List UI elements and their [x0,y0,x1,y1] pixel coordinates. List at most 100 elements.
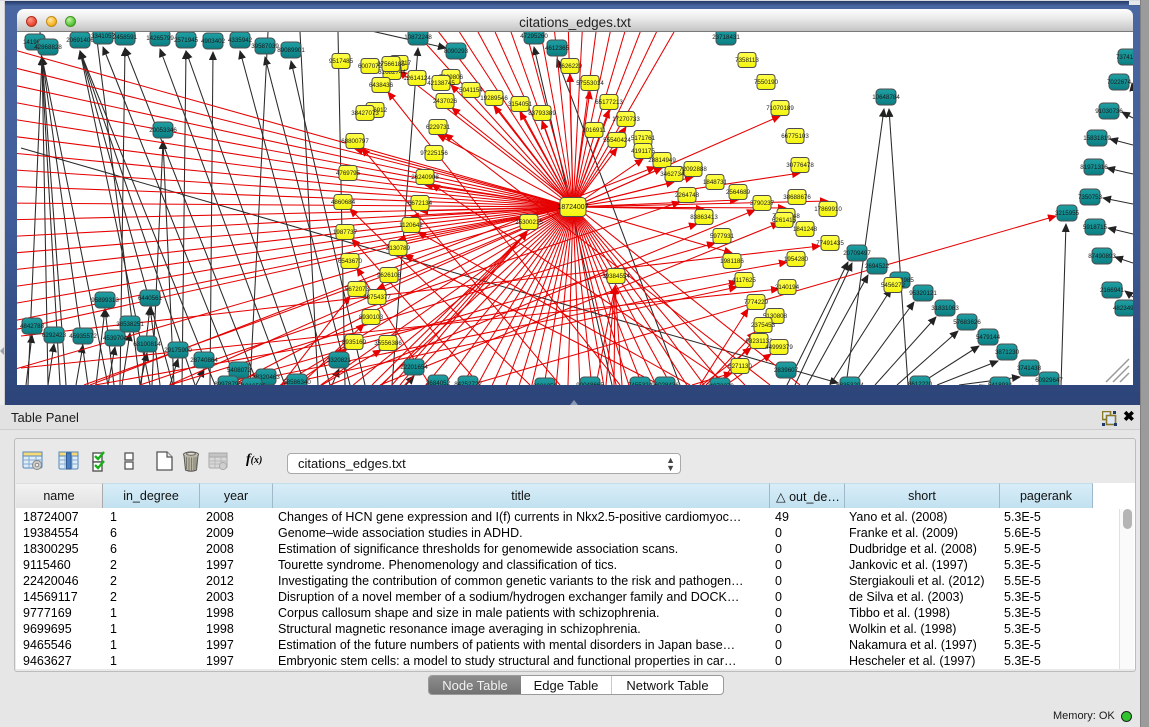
svg-text:1987737: 1987737 [333,229,358,236]
svg-text:20053346: 20053346 [149,127,177,134]
svg-text:7358113: 7358113 [735,57,759,64]
svg-text:2694522: 2694522 [865,263,890,270]
svg-text:91030736: 91030736 [1095,108,1123,115]
svg-text:27566185: 27566185 [377,61,405,68]
svg-text:30776478: 30776478 [786,162,814,169]
svg-text:4823498: 4823498 [1113,305,1133,312]
svg-text:45935572: 45935572 [69,333,97,340]
svg-text:35556386: 35556386 [374,340,402,347]
svg-text:28814949: 28814949 [648,157,676,164]
svg-text:3741438: 3741438 [1017,365,1042,372]
svg-text:60929647: 60929647 [1035,377,1063,384]
svg-text:42868828: 42868828 [34,44,62,51]
svg-text:96028436: 96028436 [651,382,679,385]
svg-text:81016525: 81016525 [238,383,266,385]
svg-text:23718431: 23718431 [712,34,740,41]
svg-text:2571945: 2571945 [174,37,199,44]
svg-text:6440561: 6440561 [138,295,163,302]
svg-text:5456272: 5456272 [881,282,906,289]
svg-text:15831819: 15831819 [1083,135,1111,142]
svg-text:39587039: 39587039 [251,43,279,50]
svg-text:97225156: 97225156 [420,150,448,157]
svg-text:8935169: 8935169 [342,339,367,346]
svg-text:2375453: 2375453 [751,322,776,329]
svg-text:66775103: 66775103 [781,133,809,140]
svg-text:2264748: 2264748 [675,192,700,199]
svg-text:42138745: 42138745 [427,80,455,87]
svg-text:6438436: 6438436 [369,82,394,89]
svg-text:84252722: 84252722 [454,381,482,385]
svg-text:55540424: 55540424 [603,137,631,144]
svg-text:89089901: 89089901 [277,47,305,54]
svg-text:5171761: 5171761 [631,135,656,142]
svg-text:19289546: 19289546 [480,95,508,102]
svg-text:2437026: 2437026 [433,98,458,105]
svg-text:1841248: 1841248 [793,226,818,233]
svg-text:4903402: 4903402 [201,38,226,45]
svg-text:5479144: 5479144 [976,334,1001,341]
svg-text:63100814: 63100814 [133,341,161,348]
svg-text:68353204: 68353204 [836,382,864,385]
svg-text:31831063: 31831063 [931,305,959,312]
svg-text:17869910: 17869910 [814,206,842,213]
svg-text:4335942: 4335942 [228,37,253,44]
svg-text:7550190: 7550190 [754,79,779,86]
svg-text:81971316: 81971316 [1080,164,1108,171]
svg-text:4612365: 4612365 [545,45,570,52]
svg-text:22201654: 22201654 [400,364,428,371]
svg-text:90048665: 90048665 [576,382,604,385]
svg-text:20709497: 20709497 [843,250,871,257]
svg-text:65177213: 65177213 [595,99,623,106]
svg-text:58586340: 58586340 [283,379,311,385]
svg-text:5408072: 5408072 [227,367,252,374]
svg-text:7374122: 7374122 [1116,54,1133,61]
svg-text:19384554: 19384554 [602,273,630,280]
svg-text:2839607: 2839607 [774,367,799,374]
svg-text:29175900: 29175900 [164,347,192,354]
svg-text:4769795: 4769795 [336,170,361,177]
svg-text:1981186: 1981186 [720,258,744,265]
svg-text:5672073: 5672073 [345,286,370,293]
svg-text:57683626: 57683626 [953,319,981,326]
svg-text:8612220: 8612220 [908,381,933,385]
svg-text:2458591: 2458591 [113,34,138,41]
svg-text:3341057: 3341057 [91,33,116,40]
svg-text:7774229: 7774229 [744,299,769,306]
svg-text:6292423: 6292423 [42,332,67,339]
svg-text:4539704: 4539704 [103,335,128,342]
svg-text:5418934: 5418934 [988,382,1013,385]
svg-text:6543670: 6543670 [338,258,363,265]
svg-text:25300215: 25300215 [515,219,543,226]
svg-text:9517485: 9517485 [329,58,354,65]
svg-text:71070189: 71070189 [766,105,794,112]
svg-text:83863413: 83863413 [690,214,718,221]
svg-text:68800797: 68800797 [341,138,369,145]
svg-text:4842788: 4842788 [20,323,45,330]
svg-text:77491435: 77491435 [816,240,844,247]
svg-text:3154051: 3154051 [508,101,533,108]
svg-text:2016911: 2016911 [582,127,606,134]
svg-text:8930103: 8930103 [359,314,384,321]
svg-text:47295260: 47295260 [520,33,548,40]
svg-text:14265799: 14265799 [146,35,174,42]
svg-text:3684052: 3684052 [426,380,451,385]
svg-text:7350753: 7350753 [1078,194,1103,201]
svg-text:4191175: 4191175 [631,148,655,155]
svg-text:6261415: 6261415 [772,217,797,224]
svg-text:2626229: 2626229 [558,63,583,70]
svg-text:83793389: 83793389 [528,110,556,117]
svg-text:38427073: 38427073 [351,110,379,117]
svg-text:3790237: 3790237 [750,200,775,207]
svg-text:5977931: 5977931 [710,233,735,240]
svg-text:18724007: 18724007 [557,204,588,211]
svg-text:1848731: 1848731 [703,179,728,186]
svg-text:6672134: 6672134 [408,200,433,207]
svg-text:5918715: 5918715 [1083,224,1108,231]
svg-text:8090293: 8090293 [444,48,469,55]
svg-text:3215955: 3215955 [1055,210,1080,217]
svg-text:7022674: 7022674 [1107,79,1132,86]
svg-text:87490893: 87490893 [1088,253,1116,260]
svg-text:6271130: 6271130 [728,363,752,370]
svg-text:57553014: 57553014 [576,80,604,87]
svg-text:26240908: 26240908 [411,174,439,181]
